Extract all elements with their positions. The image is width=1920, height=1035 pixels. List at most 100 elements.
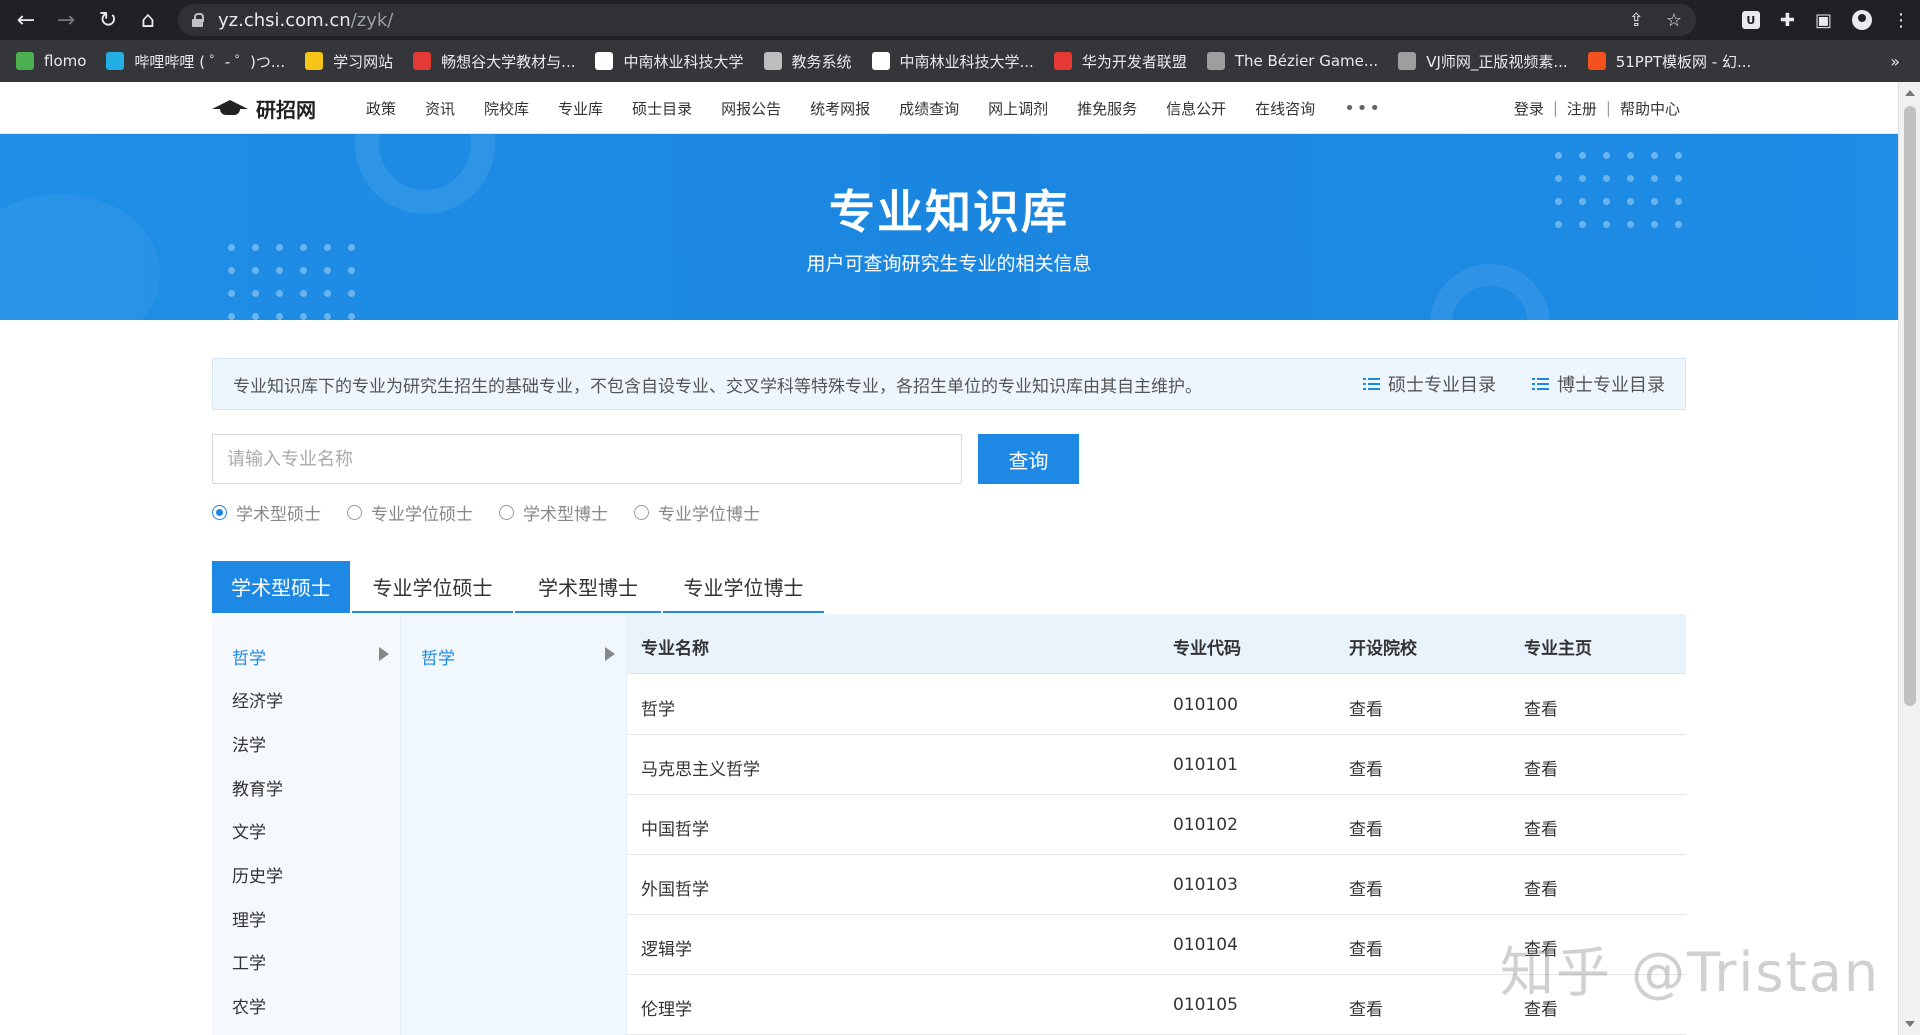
radio-circle-icon[interactable]: [212, 504, 227, 520]
logo-text: 研招网: [256, 98, 316, 122]
nav-item[interactable]: 推免服务: [1077, 98, 1137, 119]
bookmark-item[interactable]: 中南林业科技大学: [595, 51, 744, 72]
discipline-item[interactable]: 历史学: [232, 862, 283, 887]
decor-dot: [324, 290, 331, 297]
caret-right-icon: [605, 647, 615, 661]
degree-radio[interactable]: 专业学位博士: [634, 500, 760, 525]
side-panel-icon[interactable]: ▣: [1815, 10, 1832, 31]
share-icon[interactable]: ⇪: [1629, 10, 1644, 31]
radio-circle-icon[interactable]: [499, 504, 514, 520]
discipline-item[interactable]: 哲学: [232, 644, 266, 669]
radio-circle-icon[interactable]: [634, 504, 649, 520]
decor-dot: [252, 290, 259, 297]
major-search-input[interactable]: [212, 434, 962, 484]
discipline-item[interactable]: 工学: [232, 949, 266, 974]
scroll-up-icon[interactable]: [1905, 90, 1915, 96]
notice-text: 专业知识库下的专业为研究生招生的基础专业，不包含自设专业、交叉学科等特殊专业，各…: [233, 376, 1202, 397]
reload-icon[interactable]: ↻: [88, 0, 128, 40]
bookmark-item[interactable]: The Bézier Game...: [1206, 52, 1378, 70]
view-schools-link[interactable]: 查看: [1349, 695, 1383, 720]
doctor-catalog-link[interactable]: 博士专业目录: [1532, 371, 1665, 397]
view-homepage-link[interactable]: 查看: [1524, 875, 1558, 900]
radio-circle-icon[interactable]: [347, 504, 362, 520]
nav-item[interactable]: 统考网报: [810, 98, 870, 119]
discipline-item[interactable]: 理学: [232, 906, 266, 931]
nav-item[interactable]: 政策: [366, 98, 396, 119]
lock-icon[interactable]: [192, 13, 204, 27]
puzzle-icon[interactable]: ✚: [1780, 10, 1795, 31]
page-scrollbar[interactable]: [1898, 82, 1920, 1035]
degree-tabs: 学术型硕士 专业学位硕士 学术型博士 专业学位博士: [212, 561, 826, 613]
login-link[interactable]: 登录: [1514, 98, 1544, 119]
table-row: 马克思主义哲学 010101 查看 查看: [627, 735, 1686, 795]
view-schools-link[interactable]: 查看: [1349, 875, 1383, 900]
view-homepage-link[interactable]: 查看: [1524, 755, 1558, 780]
menu-dots-icon[interactable]: ⋮: [1892, 10, 1910, 31]
url-text[interactable]: yz.chsi.com.cn/zyk/: [218, 10, 393, 31]
bookmarks-more-icon[interactable]: »: [1890, 52, 1900, 71]
nav-item[interactable]: 网报公告: [721, 98, 781, 119]
bookmark-item[interactable]: 中南林业科技大学...: [871, 51, 1034, 72]
discipline-item[interactable]: 经济学: [232, 687, 283, 712]
nav-more-icon[interactable]: •••: [1344, 98, 1382, 119]
subdiscipline-item[interactable]: 哲学: [421, 644, 455, 669]
degree-radio[interactable]: 专业学位硕士: [347, 500, 473, 525]
view-schools-link[interactable]: 查看: [1349, 995, 1383, 1020]
degree-tab[interactable]: 学术型硕士: [212, 561, 350, 613]
register-link[interactable]: 注册: [1567, 98, 1597, 119]
help-link[interactable]: 帮助中心: [1620, 98, 1680, 119]
bookmark-item[interactable]: 学习网站: [305, 51, 393, 72]
nav-item[interactable]: 网上调剂: [988, 98, 1048, 119]
discipline-item[interactable]: 农学: [232, 993, 266, 1018]
degree-tab[interactable]: 专业学位硕士: [352, 561, 513, 613]
degree-radio[interactable]: 学术型博士: [499, 500, 608, 525]
bookmark-label: flomo: [44, 52, 87, 70]
discipline-item[interactable]: 教育学: [232, 775, 283, 800]
cell-name: 中国哲学: [641, 820, 709, 840]
view-schools-link[interactable]: 查看: [1349, 815, 1383, 840]
bookmark-favicon-icon: [413, 52, 432, 70]
back-icon[interactable]: ←: [6, 0, 46, 40]
scroll-thumb[interactable]: [1904, 106, 1916, 706]
profile-avatar[interactable]: [1852, 10, 1872, 30]
decor-dot: [1627, 152, 1634, 159]
decor-dot: [1555, 152, 1562, 159]
nav-item[interactable]: 成绩查询: [899, 98, 959, 119]
bookmark-favicon-icon: [595, 52, 614, 70]
url-host: yz.chsi.com.cn: [218, 9, 351, 31]
watermark-text: 知乎 @Tristan: [1500, 941, 1881, 1004]
degree-radio[interactable]: 学术型硕士: [212, 500, 321, 525]
discipline-item[interactable]: 文学: [232, 818, 266, 843]
site-logo[interactable]: 研招网: [212, 94, 316, 123]
bookmark-item[interactable]: 畅想谷大学教材与...: [413, 51, 575, 72]
view-homepage-link[interactable]: 查看: [1524, 815, 1558, 840]
extension-icon[interactable]: U: [1741, 11, 1760, 29]
degree-tab[interactable]: 学术型博士: [515, 561, 661, 613]
view-homepage-link[interactable]: 查看: [1524, 695, 1558, 720]
search-button[interactable]: 查询: [978, 434, 1079, 484]
nav-item[interactable]: 专业库: [558, 98, 603, 119]
address-bar[interactable]: yz.chsi.com.cn/zyk/ ⇪ ☆: [178, 4, 1696, 36]
forward-icon[interactable]: →: [46, 0, 86, 40]
bookmark-item[interactable]: 哔哩哔哩 ( ゜- ゜)つ...: [106, 51, 285, 72]
view-schools-link[interactable]: 查看: [1349, 755, 1383, 780]
scroll-down-icon[interactable]: [1905, 1021, 1915, 1027]
nav-item[interactable]: 信息公开: [1166, 98, 1226, 119]
nav-item[interactable]: 资讯: [425, 98, 455, 119]
view-schools-link[interactable]: 查看: [1349, 935, 1383, 960]
nav-item[interactable]: 硕士目录: [632, 98, 692, 119]
bookmark-item[interactable]: VJ师网_正版视频素...: [1398, 51, 1568, 72]
bookmark-star-icon[interactable]: ☆: [1666, 10, 1682, 31]
bookmark-item[interactable]: 51PPT模板网 - 幻...: [1587, 51, 1751, 72]
nav-item[interactable]: 在线咨询: [1255, 98, 1315, 119]
master-catalog-link[interactable]: 硕士专业目录: [1363, 371, 1496, 397]
separator: |: [1605, 99, 1611, 117]
nav-item[interactable]: 院校库: [484, 98, 529, 119]
bookmark-item[interactable]: 华为开发者联盟: [1053, 51, 1187, 72]
bookmark-item[interactable]: 教务系统: [763, 51, 852, 72]
bookmark-item[interactable]: flomo: [16, 52, 86, 70]
discipline-item[interactable]: 法学: [232, 731, 266, 756]
decor-dot: [228, 313, 235, 320]
degree-tab[interactable]: 专业学位博士: [663, 561, 824, 613]
home-icon[interactable]: ⌂: [128, 0, 168, 40]
